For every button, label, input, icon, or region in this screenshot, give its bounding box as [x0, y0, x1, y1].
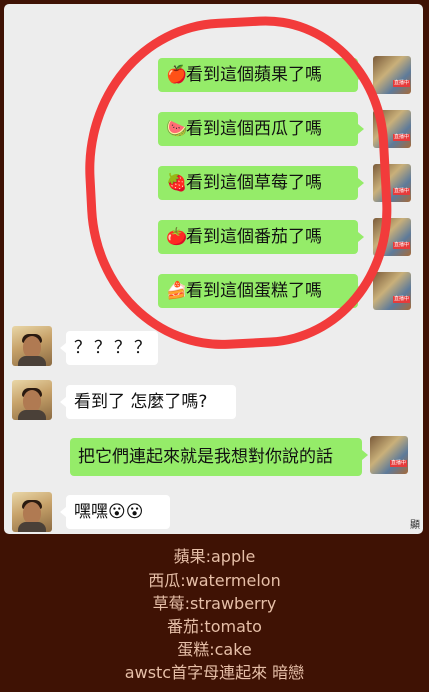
avatar-other[interactable] [12, 380, 52, 420]
avatar-other[interactable] [12, 492, 52, 532]
caption-line: 番茄:tomato [167, 617, 262, 636]
message-bubble-sent[interactable]: 把它們連起來就是我想對你說的話 [70, 438, 368, 476]
message-text: 嘿嘿😮😮 [74, 502, 144, 522]
live-badge: 直播中 [389, 460, 407, 467]
live-badge: 直播中 [392, 80, 410, 87]
message-bubble-received[interactable]: ？？？？ [60, 331, 158, 365]
avatar-me[interactable]: 直播中 [373, 56, 411, 94]
live-badge: 直播中 [392, 242, 410, 249]
caption-line: 蘋果:apple [173, 547, 256, 566]
caption-line: 草莓:strawberry [152, 594, 277, 613]
face-shape [23, 390, 41, 412]
face-shape [23, 502, 41, 524]
message-bubble-received[interactable]: 嘿嘿😮😮 [60, 495, 170, 529]
avatar-me[interactable]: 直播中 [373, 272, 411, 310]
caption-line: 蛋糕:cake [177, 640, 252, 659]
message-text: ？？？？ [74, 338, 154, 358]
live-badge: 直播中 [392, 134, 410, 141]
caption-line: awstc首字母連起來 暗戀 [124, 663, 305, 682]
face-shape [23, 336, 41, 358]
shirt-shape [18, 410, 46, 420]
shirt-shape [18, 356, 46, 366]
avatar-me[interactable]: 直播中 [370, 436, 408, 474]
message-text: 看到了 怎麼了嗎? [74, 392, 208, 412]
caption-line: 西瓜:watermelon [148, 571, 281, 590]
avatar-other[interactable] [12, 326, 52, 366]
shirt-shape [18, 522, 46, 532]
message-bubble-received[interactable]: 看到了 怎麼了嗎? [60, 385, 236, 419]
chat-window: 🍎看到這個蘋果了嗎 直播中 🍉看到這個西瓜了嗎 直播中 🍓看到這個草莓了嗎 直播… [4, 4, 423, 534]
live-badge: 直播中 [392, 296, 410, 303]
highlight-circle [77, 10, 399, 356]
corner-mark: 顯 [410, 520, 420, 531]
live-badge: 直播中 [392, 188, 410, 195]
message-text: 把它們連起來就是我想對你說的話 [78, 447, 333, 467]
